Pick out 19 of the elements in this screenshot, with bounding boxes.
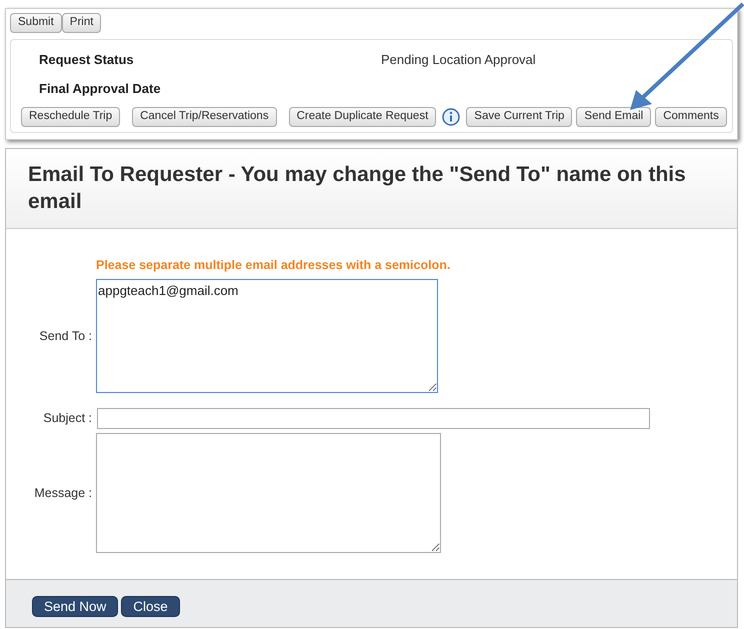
field-label: Subject :	[42, 410, 93, 428]
field-label: Message :	[33, 484, 93, 502]
dialog-button[interactable]: Send Now	[32, 596, 118, 617]
action-button[interactable]: Reschedule Trip	[21, 107, 120, 127]
field-value: Pending Location Approval	[381, 50, 536, 69]
action-button[interactable]: Save Current Trip	[466, 107, 572, 127]
action-button[interactable]: Comments	[655, 107, 727, 127]
toolbar-button[interactable]: Print	[62, 13, 102, 33]
dialog-button[interactable]: Close	[121, 596, 180, 617]
action-button[interactable]: Cancel Trip/Reservations	[132, 107, 277, 127]
hint-text: Please separate multiple email addresses with a semicolon.	[96, 258, 450, 272]
field-label: Final Approval Date	[39, 80, 162, 98]
action-button[interactable]: Send Email	[576, 107, 652, 127]
send-to-field[interactable]: appgteach1@gmail.com	[96, 279, 438, 393]
field-label: Request Status	[39, 50, 135, 69]
toolbar-button[interactable]: Submit	[10, 13, 62, 33]
action-button[interactable]: Create Duplicate Request	[288, 107, 436, 127]
dialog-title: Email To Requester - You may change the "Send To" name on this email	[28, 162, 687, 215]
field-label: Send To :	[38, 328, 93, 345]
